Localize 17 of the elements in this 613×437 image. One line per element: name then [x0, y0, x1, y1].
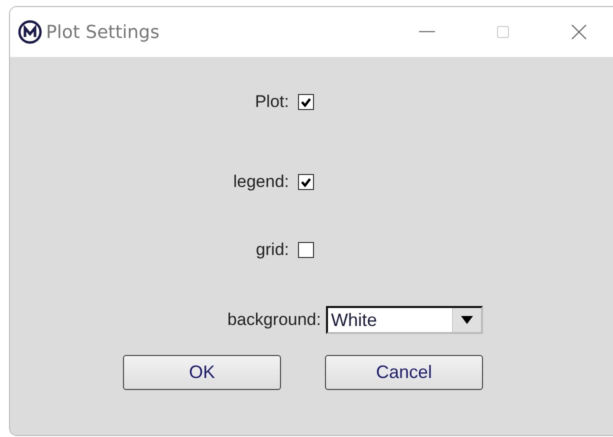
background-dropdown[interactable]: White — [326, 306, 483, 334]
checkbox[interactable] — [298, 94, 314, 110]
cancel-button[interactable]: Cancel — [325, 355, 483, 390]
option-label: legend: — [232, 172, 289, 192]
option-label: grid: — [254, 240, 289, 260]
close-icon[interactable] — [571, 24, 587, 40]
checkbox[interactable] — [298, 242, 314, 258]
checkbox[interactable] — [298, 174, 314, 190]
minimize-icon[interactable] — [419, 31, 435, 33]
check-mark-icon — [301, 178, 311, 186]
option-label: Plot: — [254, 92, 289, 112]
ok-button[interactable]: OK — [123, 355, 281, 390]
app-logo-icon — [18, 20, 42, 44]
window-title: Plot Settings — [46, 22, 160, 42]
dropdown-arrow-icon — [461, 316, 473, 324]
option-label: background: — [226, 310, 321, 330]
check-mark-icon — [301, 98, 311, 106]
